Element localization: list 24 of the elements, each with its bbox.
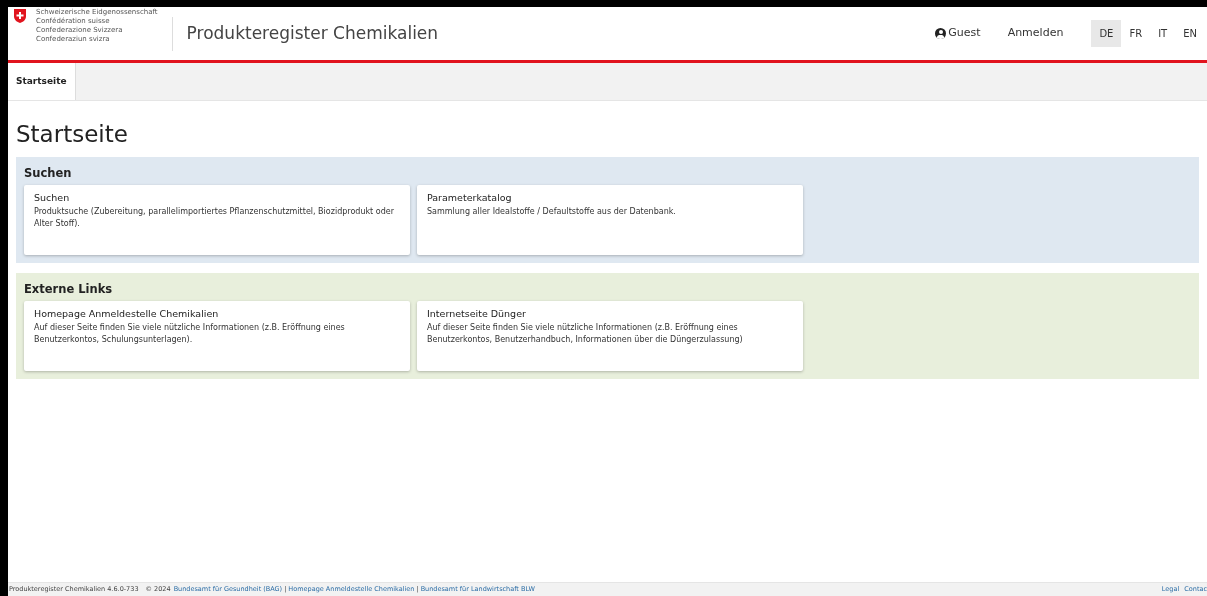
link-card[interactable]: Homepage Anmeldestelle Chemikalien Auf dieser Seite finden Sie viele nützliche Informationen (z.B. Eröffnung eines Benutzerkontos, Schulungsunterlagen).: [24, 301, 410, 371]
section-title: Suchen: [24, 165, 73, 181]
link-card[interactable]: Internetseite Dünger Auf dieser Seite finden Sie viele nützliche Informationen (z.B. Eröffnung eines Benutzerkontos, Benutzerhandbuch, Informationen über die Düngerzulassung): [417, 301, 803, 371]
card-description: Auf dieser Seite finden Sie viele nützliche Informationen (z.B. Eröffnung eines Benutzerkontos, Schulungsunterlagen).: [34, 322, 346, 346]
tab[interactable]: Startseite: [8, 63, 76, 100]
card-description: Sammlung aller Idealstoffe / Defaultstoffe aus der Datenbank.: [427, 206, 677, 218]
card-title: Suchen: [34, 191, 71, 205]
language-link[interactable]: EN: [1175, 20, 1205, 47]
card-description: Auf dieser Seite finden Sie viele nützliche Informationen (z.B. Eröffnung eines Benutzerkontos, Benutzerhandbuch, Informationen über die Düngerzulassung): [427, 322, 744, 346]
card-description: Produktsuche (Zubereitung, parallelimportiertes Pflanzenschutzmittel, Biozidprodukt oder Alter Stoff).: [34, 206, 395, 230]
user-name: Guest: [948, 25, 981, 42]
user-icon: [935, 28, 947, 39]
card-title: Homepage Anmeldestelle Chemikalien: [34, 307, 220, 321]
card-title: Parameterkatalog: [427, 191, 513, 205]
card-title: Internetseite Dünger: [427, 307, 527, 321]
link-card[interactable]: Suchen Produktsuche (Zubereitung, parallelimportiertes Pflanzenschutzmittel, Biozidprodukt oder Alter Stoff).: [24, 185, 410, 255]
language-link[interactable]: DE: [1091, 20, 1122, 47]
language-link[interactable]: IT: [1150, 20, 1176, 47]
section-title: Externe Links: [24, 281, 114, 297]
login-link[interactable]: Anmelden: [1007, 25, 1064, 42]
language-link[interactable]: FR: [1121, 20, 1151, 47]
link-card[interactable]: Parameterkatalog Sammlung aller Idealstoffe / Defaultstoffe aus der Datenbank.: [417, 185, 803, 255]
page-title: Startseite: [16, 120, 129, 149]
app-title: Produkteregister Chemikalien: [186, 21, 439, 45]
